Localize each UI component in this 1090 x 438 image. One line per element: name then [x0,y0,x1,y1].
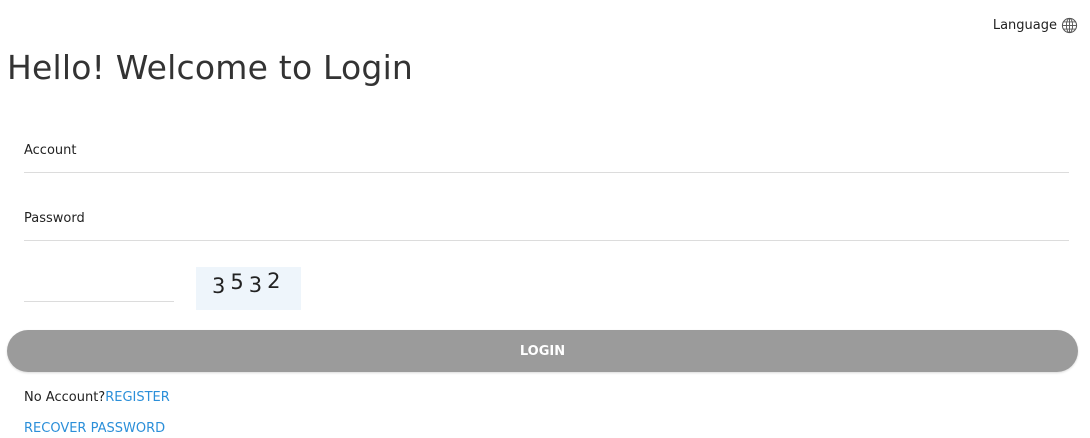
account-input[interactable] [24,128,1069,172]
captcha-code: 3532 [212,269,286,298]
recover-row: RECOVER PASSWORD [24,421,165,436]
register-row: No Account?REGISTER [24,390,170,405]
captcha-image[interactable]: 3532 [196,267,301,310]
password-field-wrapper [24,196,1069,241]
account-field-wrapper [24,128,1069,173]
globe-icon [1061,17,1078,34]
password-input[interactable] [24,196,1069,240]
language-selector[interactable]: Language [993,17,1078,34]
captcha-field-wrapper [24,257,174,302]
no-account-text: No Account? [24,390,106,405]
login-button[interactable]: LOGIN [7,330,1078,372]
login-page: Language Hello! Welcome to Login 3532 LO… [0,0,1090,438]
register-link[interactable]: REGISTER [105,390,170,405]
page-title: Hello! Welcome to Login [7,48,414,87]
recover-password-link[interactable]: RECOVER PASSWORD [24,421,165,436]
captcha-input[interactable] [24,257,174,301]
language-label: Language [992,18,1057,33]
